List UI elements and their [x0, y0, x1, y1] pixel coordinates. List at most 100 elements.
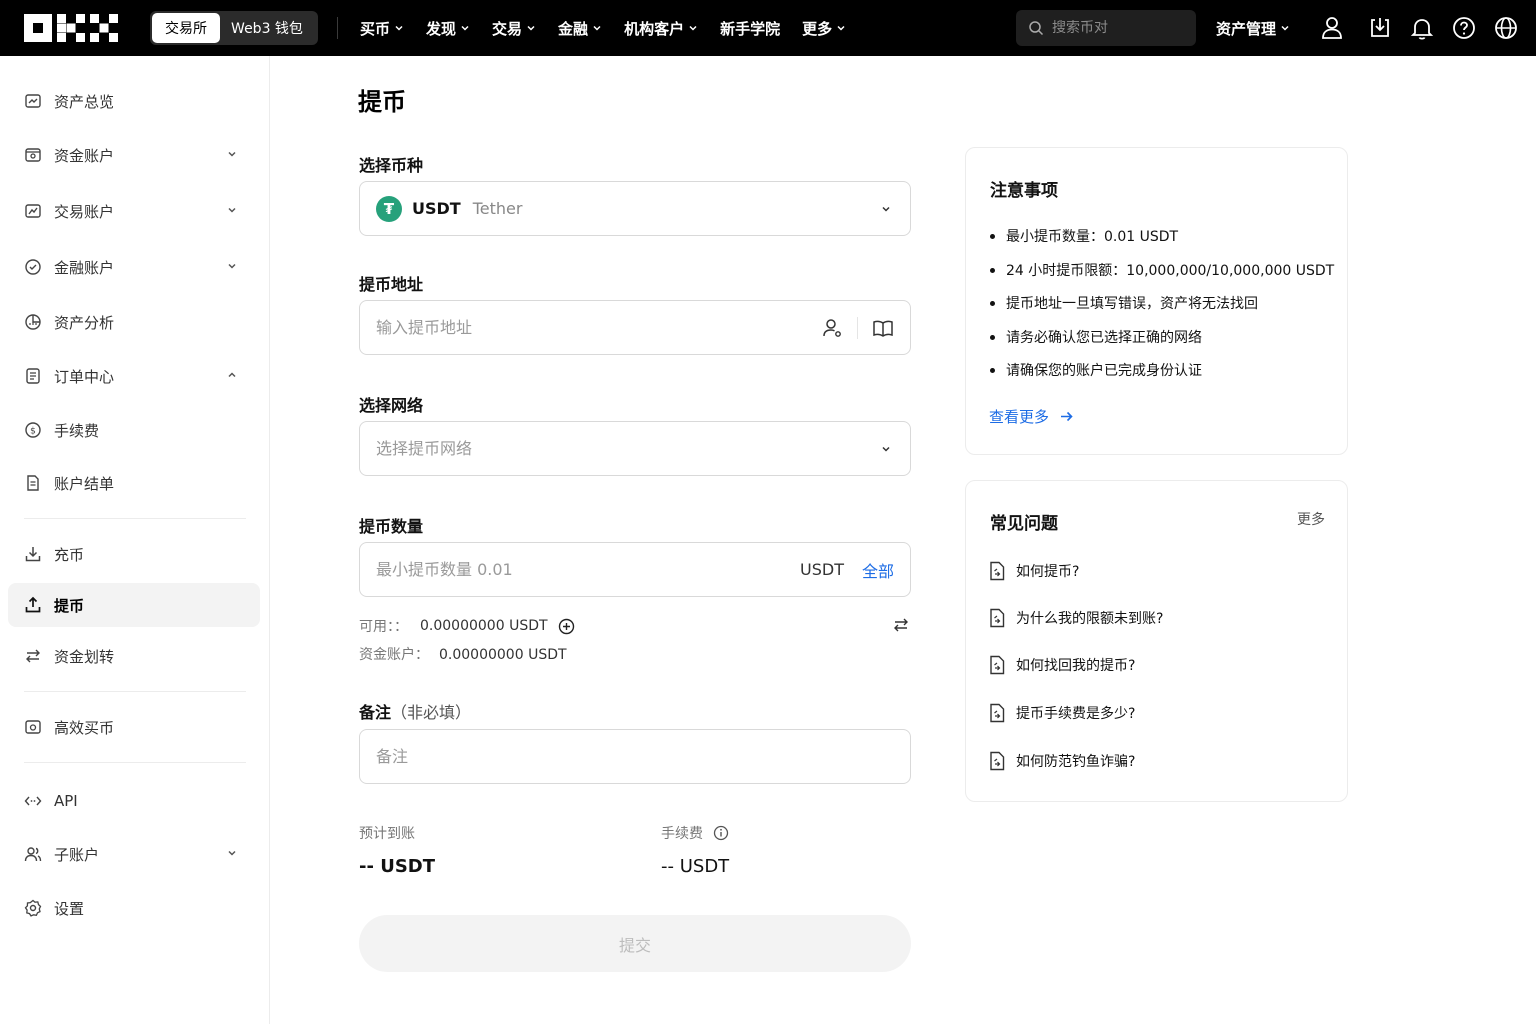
view-more-link[interactable]: 查看更多: [989, 406, 1074, 427]
coin-select[interactable]: ₮ USDT Tether: [359, 181, 911, 236]
chevron-down-icon: [882, 446, 890, 452]
faq-card: 常见问题 更多 如何提币? 为什么我的限额未到账? 如何找回我的提币? 提币手续…: [965, 480, 1348, 802]
faq-question: 如何防范钓鱼诈骗?: [1016, 754, 1136, 770]
user-icon[interactable]: [1318, 14, 1346, 42]
faq-item[interactable]: 如何防范钓鱼诈骗?: [988, 751, 1135, 771]
sidebar-item-label: 账户结单: [54, 474, 115, 493]
address-label: 提币地址: [359, 275, 424, 294]
faq-item[interactable]: 为什么我的限额未到账?: [988, 608, 1163, 628]
memo-label: 备注（非必填）: [359, 699, 471, 723]
help-icon[interactable]: [1450, 14, 1478, 42]
okx-logo[interactable]: [24, 14, 120, 42]
address-input[interactable]: [376, 318, 894, 337]
platform-switch: 交易所 Web3 钱包: [150, 11, 318, 45]
sidebar-item-account-statement[interactable]: 账户结单: [8, 461, 260, 505]
faq-question: 提币手续费是多少?: [1016, 706, 1136, 722]
sidebar-item-transfer[interactable]: 资金划转: [8, 634, 260, 678]
notice-text: 请确保您的账户已完成身份认证: [1006, 363, 1202, 379]
available-value: 0.00000000 USDT: [420, 618, 548, 634]
search-box[interactable]: [1016, 10, 1196, 46]
sidebar-item-fees[interactable]: $ 手续费: [8, 408, 260, 452]
menu-buy-crypto[interactable]: 买币: [360, 18, 404, 39]
sidebar-item-withdraw[interactable]: 提币: [8, 583, 260, 627]
faq-item[interactable]: 如何提币?: [988, 561, 1079, 581]
menu-discover[interactable]: 发现: [426, 18, 470, 39]
sidebar-item-api[interactable]: API: [8, 779, 260, 823]
bullet: [990, 367, 995, 373]
menu-label: 买币: [360, 19, 391, 38]
faq-more-link[interactable]: 更多: [1297, 509, 1325, 529]
arrow-right-icon: [1061, 411, 1073, 422]
faq-item[interactable]: 如何找回我的提币?: [988, 655, 1135, 675]
amount-unit: USDT: [800, 560, 844, 579]
menu-label: 更多: [802, 19, 833, 38]
sidebar-item-finance-account[interactable]: 金融账户: [8, 245, 260, 289]
switch-exchange[interactable]: 交易所: [152, 13, 220, 43]
pie-chart-icon: [25, 314, 41, 330]
menu-label: 新手学院: [720, 19, 781, 38]
memo-input[interactable]: [376, 747, 894, 766]
sidebar-item-asset-overview[interactable]: 资产总览: [8, 79, 260, 123]
bell-icon[interactable]: [1408, 14, 1436, 42]
document-icon: [990, 751, 1005, 771]
sidebar-item-label: 手续费: [54, 421, 100, 440]
menu-label: 金融: [558, 19, 589, 38]
receive-value: -- USDT: [359, 856, 436, 877]
receive-label: 预计到账: [359, 826, 415, 842]
swap-icon[interactable]: [892, 616, 910, 634]
chevron-down-icon: [228, 850, 236, 856]
sidebar-item-settings[interactable]: 设置: [8, 886, 260, 930]
info-icon[interactable]: [713, 825, 729, 841]
order-list-icon: [26, 368, 40, 384]
menu-more[interactable]: 更多: [802, 18, 846, 39]
sub-account-icon: [24, 847, 42, 862]
network-label: 选择网络: [359, 396, 424, 415]
search-input[interactable]: [1052, 20, 1182, 36]
notice-item: 最小提币数量：0.01 USDT: [990, 226, 1178, 246]
chevron-down-icon: [461, 25, 469, 31]
amount-input[interactable]: [376, 560, 801, 579]
address-book-icon[interactable]: [872, 317, 894, 339]
address-book-user-icon[interactable]: [821, 317, 843, 339]
menu-trade[interactable]: 交易: [492, 18, 536, 39]
faq-item[interactable]: 提币手续费是多少?: [988, 703, 1135, 723]
sidebar-item-quick-buy[interactable]: 高效买币: [8, 705, 260, 749]
sidebar-item-label: 资金划转: [54, 647, 115, 666]
bullet: [990, 233, 995, 239]
sidebar-divider: [24, 691, 246, 692]
network-select[interactable]: [359, 421, 911, 476]
main-menu: 买币 发现 交易 金融 机构客户 新手学院 更多: [360, 0, 868, 56]
amount-all-button[interactable]: 全部: [862, 558, 894, 582]
menu-academy[interactable]: 新手学院: [720, 18, 780, 39]
sidebar-item-funding-account[interactable]: 资金账户: [8, 133, 260, 177]
menu-institutional[interactable]: 机构客户: [624, 18, 698, 39]
document-icon: [990, 608, 1005, 628]
plus-circle-icon[interactable]: [558, 618, 575, 635]
chevron-down-icon: [228, 151, 236, 157]
notice-text: 最小提币数量：0.01 USDT: [1006, 229, 1179, 245]
menu-finance[interactable]: 金融: [558, 18, 602, 39]
faq-question: 如何提币?: [1016, 564, 1080, 580]
wallet-icon: [25, 148, 41, 162]
transfer-icon: [26, 649, 40, 663]
sidebar-item-deposit[interactable]: 充币: [8, 532, 260, 576]
sidebar-item-trading-account[interactable]: 交易账户: [8, 189, 260, 233]
sidebar-item-asset-analysis[interactable]: 资产分析: [8, 300, 260, 344]
network-input[interactable]: [376, 439, 894, 458]
asset-management-menu[interactable]: 资产管理: [1216, 0, 1290, 56]
available-key: 可用：：: [359, 619, 408, 635]
bullet: [990, 300, 995, 306]
chevron-down-icon: [1281, 25, 1289, 31]
address-field[interactable]: [359, 300, 911, 355]
download-icon[interactable]: [1366, 14, 1394, 42]
globe-icon[interactable]: [1492, 14, 1520, 42]
memo-field[interactable]: [359, 729, 911, 784]
notice-item: 24 小时提币限额：10,000,000/10,000,000 USDT: [990, 260, 1334, 280]
deposit-icon: [25, 547, 41, 562]
amount-field[interactable]: USDT 全部: [359, 542, 911, 597]
trade-chart-icon: [25, 204, 41, 218]
submit-button[interactable]: 提交: [359, 915, 911, 972]
sidebar-item-sub-account[interactable]: 子账户: [8, 832, 260, 876]
switch-web3-wallet[interactable]: Web3 钱包: [220, 13, 314, 43]
sidebar-item-order-center[interactable]: 订单中心: [8, 354, 260, 398]
